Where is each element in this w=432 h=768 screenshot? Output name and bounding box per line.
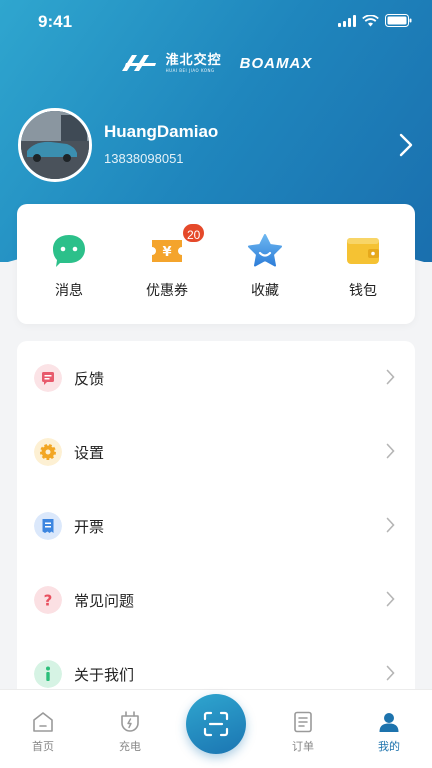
settings-icon: [34, 438, 62, 466]
quick-action-wallet[interactable]: 钱包: [323, 204, 403, 324]
brand1-subtitle: HUAI BEI JIAO KONG: [165, 67, 215, 73]
coupon-icon: ¥: [152, 240, 182, 262]
chevron-right-icon: [386, 443, 395, 459]
avatar[interactable]: [18, 108, 92, 182]
coupon-count-badge: 20: [181, 222, 207, 244]
quick-action-coupons[interactable]: ¥ 20 优惠券: [127, 204, 207, 324]
chat-bubble-icon: [53, 235, 85, 267]
wifi-icon: [362, 14, 379, 26]
order-list-icon: [294, 711, 312, 733]
tab-label: 订单: [292, 740, 314, 753]
quick-action-label: 钱包: [349, 283, 377, 299]
tab-label: 充电: [119, 740, 141, 753]
wallet-icon: [347, 238, 379, 264]
tab-mine[interactable]: 我的: [354, 690, 424, 768]
brand1-name: 淮北交控: [165, 52, 222, 68]
chevron-right-icon: [386, 369, 395, 385]
menu-item-label: 设置: [74, 444, 105, 462]
quick-action-label: 优惠券: [146, 283, 188, 299]
chevron-right-icon: [386, 517, 395, 533]
status-icons: [338, 14, 412, 27]
brand-logos: 淮北交控 HUAI BEI JIAO KONG BOAMAX: [0, 50, 432, 76]
profile-section[interactable]: HuangDamiao 13838098051: [18, 108, 418, 182]
feedback-icon: [34, 364, 62, 392]
menu-item-label: 反馈: [74, 370, 105, 388]
quick-actions-card: 消息 ¥ 20 优惠券 收藏 钱包: [17, 204, 415, 324]
status-bar: 9:41: [0, 0, 432, 44]
chevron-right-icon: [386, 665, 395, 681]
chevron-right-icon: [386, 591, 395, 607]
tab-home[interactable]: 首页: [8, 690, 78, 768]
invoice-icon: [34, 512, 62, 540]
user-phone: 13838098051: [104, 151, 184, 166]
user-icon: [379, 713, 399, 732]
chevron-right-icon[interactable]: [398, 132, 414, 158]
brand-logo-boamax: BOAMAX: [239, 54, 313, 72]
menu-item-invoice[interactable]: 开票: [17, 489, 415, 563]
status-time: 9:41: [38, 12, 73, 31]
huaibei-logo-icon: [121, 55, 156, 71]
tab-label: 首页: [32, 740, 54, 753]
quick-action-label: 消息: [55, 283, 83, 299]
tab-orders[interactable]: 订单: [268, 690, 338, 768]
question-icon: ?: [34, 586, 62, 614]
brand-logo-huaibei: 淮北交控 HUAI BEI JIAO KONG: [120, 53, 222, 73]
battery-icon: [385, 14, 412, 27]
star-icon: [248, 234, 282, 267]
menu-item-faq[interactable]: ? 常见问题: [17, 563, 415, 637]
signal-icon: [338, 14, 356, 27]
quick-action-messages[interactable]: 消息: [29, 204, 109, 324]
tab-charge[interactable]: 充电: [95, 690, 165, 768]
svg-text:?: ?: [44, 592, 53, 610]
svg-text:¥: ¥: [162, 245, 171, 260]
menu-item-label: 关于我们: [74, 666, 135, 684]
user-name: HuangDamiao: [104, 122, 219, 141]
menu-list: 反馈 设置 开票 ? 常见问题 关于我们: [17, 341, 415, 701]
menu-item-feedback[interactable]: 反馈: [17, 341, 415, 415]
home-icon: [33, 712, 53, 732]
charge-plug-icon: [121, 711, 139, 732]
menu-item-label: 常见问题: [74, 592, 135, 610]
info-icon: [34, 660, 62, 688]
quick-action-favorites[interactable]: 收藏: [225, 204, 305, 324]
quick-action-label: 收藏: [251, 283, 279, 299]
menu-item-settings[interactable]: 设置: [17, 415, 415, 489]
scan-icon: [203, 711, 229, 737]
tab-label: 我的: [378, 740, 400, 753]
menu-item-label: 开票: [74, 518, 105, 536]
scan-button[interactable]: [186, 694, 246, 754]
